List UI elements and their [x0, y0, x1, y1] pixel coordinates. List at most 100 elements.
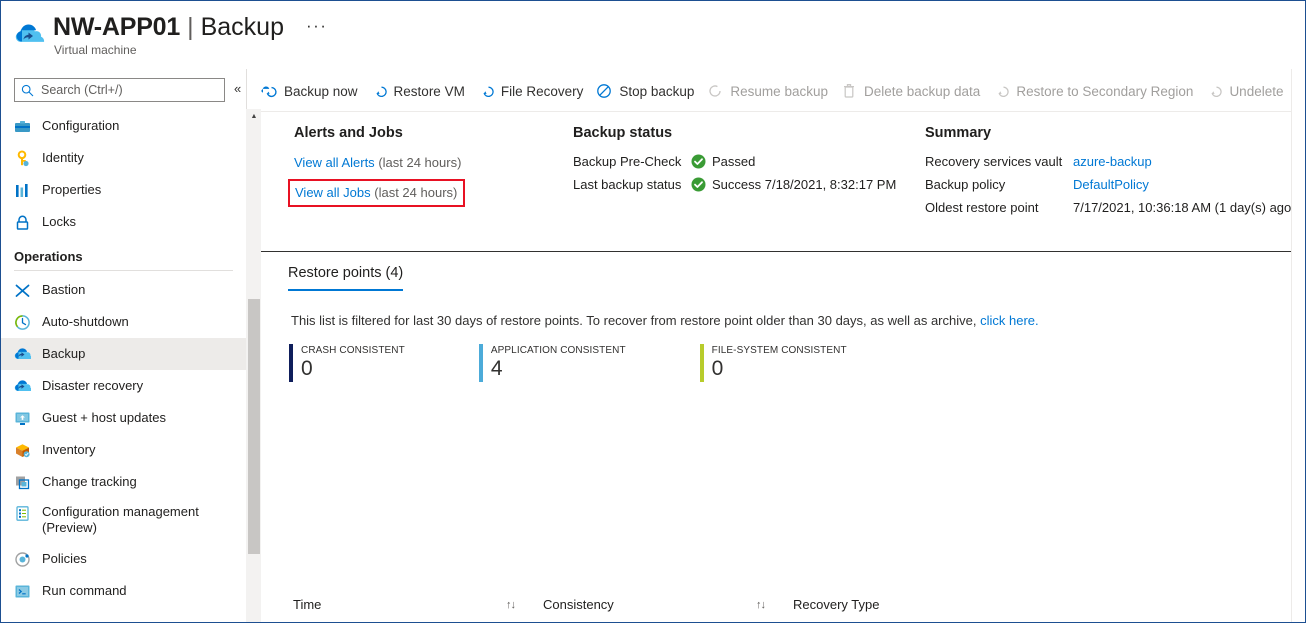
sidebar-item-label: Backup	[42, 346, 86, 361]
command-label: Backup now	[284, 83, 358, 99]
search-input[interactable]	[39, 82, 218, 98]
sidebar-item-change-tracking[interactable]: Change tracking	[1, 466, 246, 498]
recovery-services-vault-link[interactable]: azure-backup	[1073, 154, 1152, 169]
sort-updown-icon[interactable]: ↑↓	[756, 599, 766, 611]
nav-item-list: Configuration Identity Properties Locks …	[1, 110, 246, 622]
inventory-box-icon	[14, 442, 31, 459]
delete-backup-data-button: Delete backup data	[841, 76, 980, 106]
metric-crash-consistent: CRASH CONSISTENT 0	[289, 344, 405, 382]
view-all-jobs-suffix: (last 24 hours)	[374, 185, 458, 200]
backup-policy-row: Backup policy DefaultPolicy	[925, 177, 1305, 192]
backup-now-button[interactable]: Backup now	[261, 76, 358, 106]
row-value: Success 7/18/2021, 8:32:17 PM	[712, 177, 897, 192]
sidebar-item-configuration[interactable]: Configuration	[1, 110, 246, 142]
restore-points-description: This list is filtered for last 30 days o…	[291, 313, 1039, 328]
pane-heading: Alerts and Jobs	[294, 125, 403, 141]
column-label: Recovery Type	[793, 597, 880, 612]
description-text: This list is filtered for last 30 days o…	[291, 313, 977, 328]
sidebar-item-label: Disaster recovery	[42, 378, 144, 393]
sidebar-item-label: Inventory	[42, 442, 96, 457]
column-header-consistency[interactable]: Consistency ↑↓	[543, 597, 793, 612]
more-menu-icon[interactable]: ···	[306, 16, 327, 36]
search-box[interactable]	[14, 78, 225, 102]
sidebar-item-identity[interactable]: Identity	[1, 142, 246, 174]
backup-precheck-row: Backup Pre-Check Passed	[573, 154, 913, 169]
metric-label: CRASH CONSISTENT	[301, 345, 405, 356]
metric-body: APPLICATION CONSISTENT 4	[491, 344, 626, 382]
sidebar-scrollbar[interactable]: ▲	[246, 109, 261, 622]
sidebar-item-auto-shutdown[interactable]: Auto-shutdown	[1, 306, 246, 338]
metric-label: FILE-SYSTEM CONSISTENT	[711, 345, 847, 356]
metric-application-consistent: APPLICATION CONSISTENT 4	[478, 344, 626, 382]
sidebar-item-label: Run command	[42, 583, 127, 598]
sidebar-item-label: Policies	[42, 551, 87, 566]
column-header-time[interactable]: Time ↑↓	[293, 597, 543, 612]
backup-cloud-icon	[14, 346, 33, 363]
restore-vm-button[interactable]: Restore VM	[371, 76, 465, 106]
title-separator: |	[187, 13, 194, 41]
sidebar-item-guest-host-updates[interactable]: Guest + host updates	[1, 402, 246, 434]
restore-icon	[371, 83, 387, 99]
sidebar-item-label: Bastion	[42, 282, 86, 297]
column-label: Time	[293, 597, 322, 612]
success-check-icon	[691, 154, 706, 169]
column-header-recovery-type: Recovery Type	[793, 597, 1093, 612]
row-value-wrap: Success 7/18/2021, 8:32:17 PM	[691, 177, 896, 192]
blade-header: NW-APP01 | Backup ··· Virtual machine	[1, 1, 1305, 69]
view-all-alerts-row: View all Alerts (last 24 hours)	[294, 154, 564, 172]
tab-restore-points[interactable]: Restore points (4)	[288, 265, 404, 291]
resume-backup-icon	[707, 83, 723, 99]
sort-updown-icon[interactable]: ↑↓	[506, 599, 516, 611]
metric-file-system-consistent: FILE-SYSTEM CONSISTENT 0	[699, 344, 847, 382]
metric-body: FILE-SYSTEM CONSISTENT 0	[712, 344, 847, 382]
sidebar-item-locks[interactable]: Locks	[1, 206, 246, 238]
view-all-jobs-link[interactable]: View all Jobs	[295, 185, 371, 200]
scrollbar-thumb[interactable]	[248, 299, 260, 554]
sidebar-item-label: Configuration management (Preview)	[42, 504, 199, 535]
sidebar-item-label: Guest + host updates	[42, 410, 166, 425]
command-bar: Backup now Restore VM File Recovery Stop…	[261, 73, 1296, 109]
command-label: Restore VM	[393, 83, 465, 99]
file-recovery-button[interactable]: File Recovery	[478, 76, 583, 106]
backup-policy-link[interactable]: DefaultPolicy	[1073, 177, 1149, 192]
summary-pane: Summary Recovery services vault azure-ba…	[925, 125, 1305, 223]
sidebar-item-bastion[interactable]: Bastion	[1, 274, 246, 306]
sidebar-item-backup[interactable]: Backup	[1, 338, 246, 370]
properties-bars-icon	[14, 182, 31, 199]
sidebar-item-configuration-management[interactable]: Configuration management (Preview)	[1, 498, 246, 543]
content-scrollbar[interactable]	[1291, 69, 1305, 622]
resume-backup-button: Resume backup	[707, 76, 828, 106]
collapse-nav-icon[interactable]: «	[234, 82, 241, 95]
scroll-up-icon[interactable]: ▲	[247, 109, 261, 123]
nav-group-divider	[14, 270, 233, 271]
sidebar-item-properties[interactable]: Properties	[1, 174, 246, 206]
sidebar-item-run-command[interactable]: Run command	[1, 575, 246, 607]
lock-icon	[14, 214, 31, 231]
stop-backup-icon	[596, 83, 612, 99]
view-all-jobs-row: View all Jobs (last 24 hours)	[288, 178, 564, 207]
summary-panes: Alerts and Jobs View all Alerts (last 24…	[261, 125, 1305, 243]
last-backup-status-row: Last backup status Success 7/18/2021, 8:…	[573, 177, 913, 192]
configuration-management-icon	[14, 505, 31, 522]
command-label: Stop backup	[619, 83, 695, 99]
success-check-icon	[691, 177, 706, 192]
row-key: Oldest restore point	[925, 200, 1039, 215]
sidebar-item-disaster-recovery[interactable]: Disaster recovery	[1, 370, 246, 402]
alerts-and-jobs-pane: Alerts and Jobs View all Alerts (last 24…	[288, 125, 564, 213]
sidebar-item-inventory[interactable]: Inventory	[1, 434, 246, 466]
click-here-link[interactable]: click here.	[980, 313, 1039, 328]
table-header-row: Time ↑↓ Consistency ↑↓ Recovery Type	[261, 587, 1305, 622]
view-all-alerts-link[interactable]: View all Alerts	[294, 155, 375, 170]
metric-value: 0	[711, 357, 724, 380]
command-label: Delete backup data	[863, 83, 981, 99]
consistency-metrics: CRASH CONSISTENT 0 APPLICATION CONSISTEN…	[289, 344, 921, 382]
metric-value: 0	[301, 357, 313, 380]
pane-heading: Summary	[925, 125, 992, 141]
policies-icon	[14, 551, 31, 568]
nav-group-operations: Operations	[14, 249, 83, 264]
sidebar-item-policies[interactable]: Policies	[1, 543, 246, 575]
stop-backup-button[interactable]: Stop backup	[596, 76, 694, 106]
oldest-restore-point-row: Oldest restore point 7/17/2021, 10:36:18…	[925, 200, 1305, 215]
resource-type-subtitle: Virtual machine	[54, 43, 137, 57]
azure-backup-cloud-icon	[15, 23, 45, 49]
